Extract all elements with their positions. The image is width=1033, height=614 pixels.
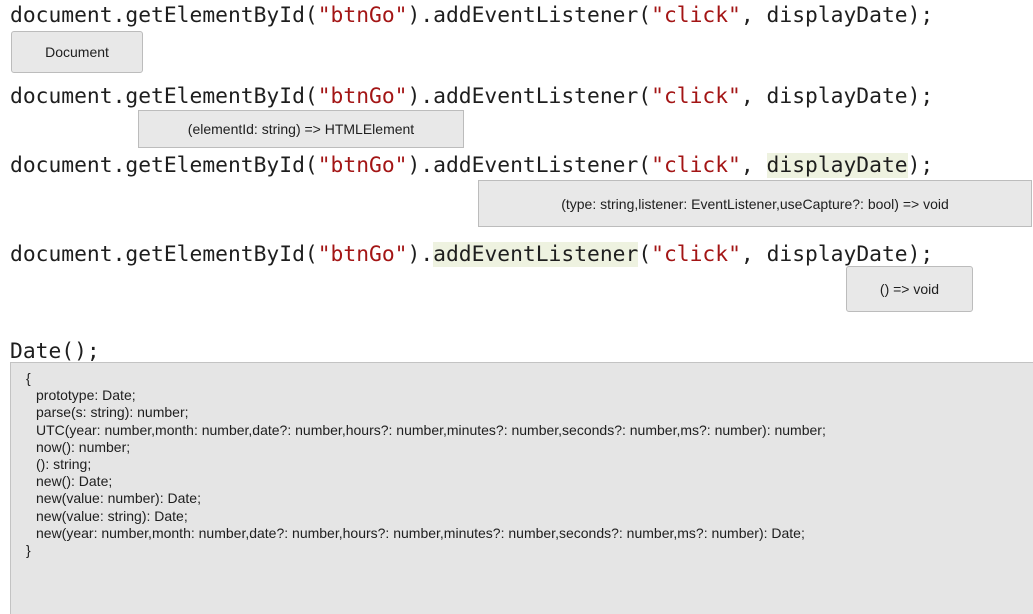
code-text: ); [907,242,934,267]
string-literal: "click" [651,153,741,178]
signature-member: new(value: string): Date; [36,507,188,524]
code-text: ).addEventListener( [407,84,652,109]
string-literal: "btnGo" [317,3,408,28]
code-line-1: document.getElementById("btnGo").addEven… [10,3,933,29]
identifier-display-date: displayDate [766,84,908,109]
tooltip-get-element-by-id-signature: (elementId: string) => HTMLElement [138,110,464,148]
string-literal: "click" [651,84,741,109]
tooltip-document: Document [11,31,143,73]
code-line-2: document.getElementById("btnGo").addEven… [10,84,933,110]
code-line-3: document.getElementById("btnGo").addEven… [10,153,933,179]
highlighted-token: displayDate [766,153,908,178]
code-text: ).addEventListener( [407,153,652,178]
code-text: , [740,153,767,178]
signature-member: new(year: number,month: number,date?: nu… [36,524,805,541]
code-text: ); [907,84,934,109]
string-literal: "click" [651,3,741,28]
signature-member: parse(s: string): number; [36,404,189,421]
date-signature-tooltip: { prototype: Date; parse(s: string): num… [10,362,1033,614]
signature-close-brace: } [26,542,31,559]
string-literal: "btnGo" [317,153,408,178]
code-line-4: document.getElementById("btnGo").addEven… [10,242,933,268]
signature-open-brace: { [26,370,31,386]
code-text: document.getElementById( [10,153,318,178]
code-text: document.getElementById( [10,242,318,267]
highlighted-token: addEventListener [433,242,639,267]
code-text: document.getElementById( [10,3,318,28]
code-text: , [740,3,767,28]
code-text: ).addEventListener( [407,3,652,28]
code-text: ). [407,242,434,267]
tooltip-add-event-listener-signature: (type: string,listener: EventListener,us… [478,180,1032,227]
code-text: ); [907,3,934,28]
identifier-display-date: displayDate [766,242,908,267]
string-literal: "btnGo" [317,242,408,267]
signature-member: UTC(year: number,month: number,date?: nu… [36,421,826,438]
code-text: ( [638,242,652,267]
code-text: , [740,242,767,267]
signature-member: new(value: number): Date; [36,490,201,507]
identifier-display-date: displayDate [766,3,908,28]
string-literal: "click" [651,242,741,267]
signature-member: new(): Date; [36,473,113,490]
string-literal: "btnGo" [317,84,408,109]
signature-member: (): string; [36,456,92,473]
signature-member: prototype: Date; [36,387,136,404]
code-text: ); [907,153,934,178]
tooltip-display-date-signature: () => void [846,266,973,312]
code-text: , [740,84,767,109]
signature-member: now(): number; [36,438,131,455]
code-text: document.getElementById( [10,84,318,109]
